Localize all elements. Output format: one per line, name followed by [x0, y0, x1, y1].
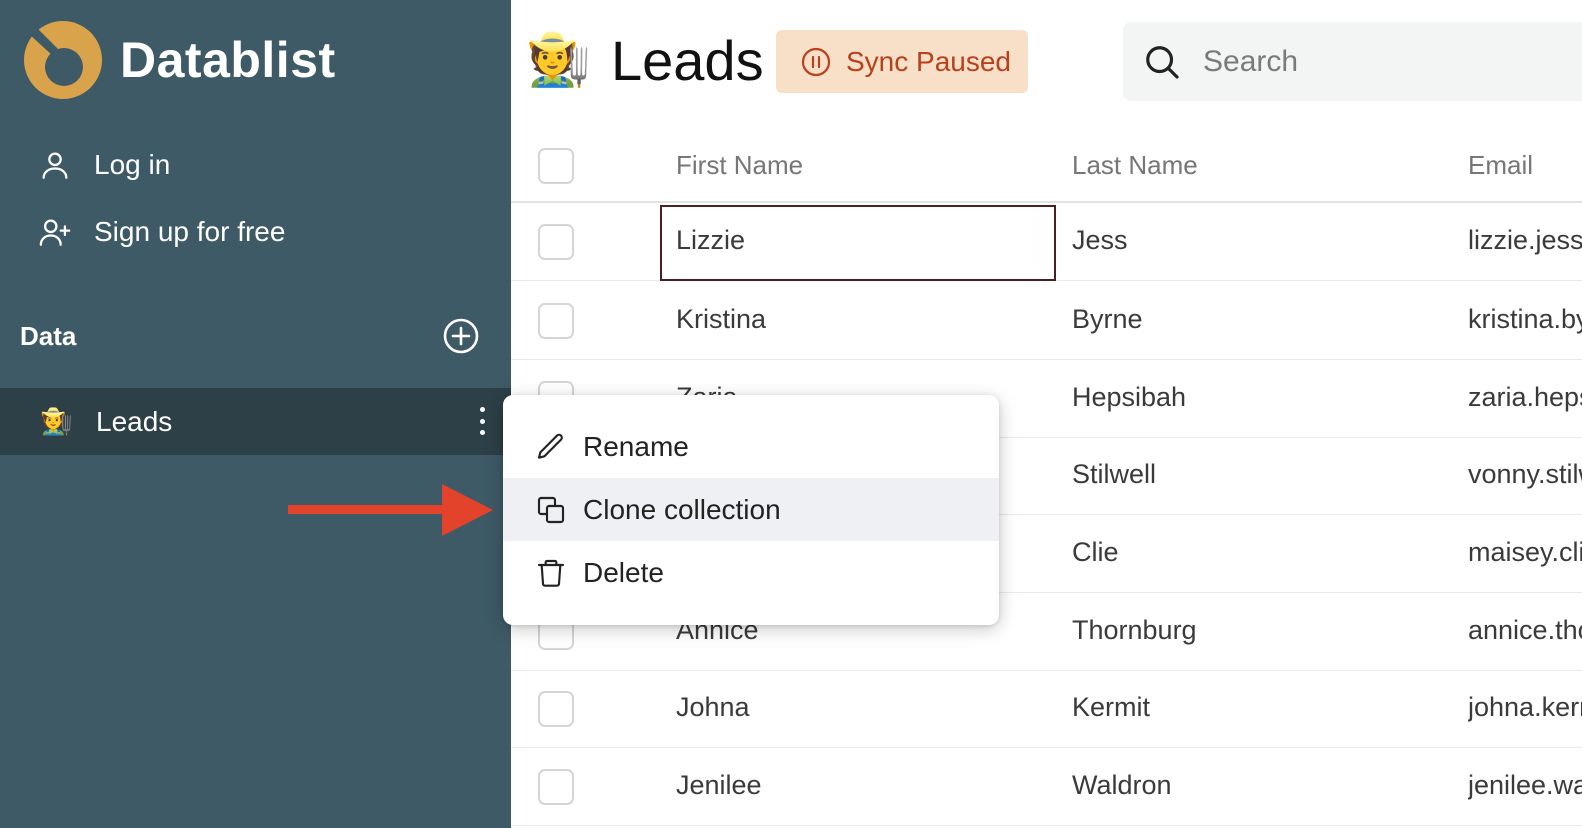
rename-label: Rename: [583, 430, 689, 462]
sidebar: Datablist Log in Sign up for free Data 🧑…: [0, 0, 511, 828]
delete-label: Delete: [583, 556, 664, 588]
row-checkbox[interactable]: [538, 769, 574, 805]
column-header-first-name[interactable]: First Name: [676, 150, 1056, 181]
login-label: Log in: [94, 149, 171, 180]
sync-status-label: Sync Paused: [846, 45, 1011, 77]
signup-link[interactable]: Sign up for free: [38, 215, 285, 249]
signup-label: Sign up for free: [94, 216, 286, 247]
datablist-logo-icon: [24, 21, 102, 99]
copy-icon: [537, 496, 565, 523]
column-header-last-name[interactable]: Last Name: [1072, 150, 1452, 181]
more-options-icon[interactable]: [475, 404, 489, 438]
cell-email[interactable]: lizzie.jess: [1468, 225, 1582, 256]
select-all-checkbox[interactable]: [538, 148, 574, 184]
cell-email[interactable]: jenilee.waldron: [1468, 770, 1582, 801]
cell-first-name[interactable]: Lizzie: [676, 225, 1056, 256]
add-collection-button[interactable]: [441, 316, 481, 356]
cell-first-name[interactable]: Johna: [676, 692, 1056, 723]
cell-email[interactable]: annice.thornburg: [1468, 615, 1582, 646]
sidebar-item-leads[interactable]: 🧑‍🌾 Leads: [0, 388, 511, 455]
cell-first-name[interactable]: Kristina: [676, 304, 1056, 335]
sync-status-badge[interactable]: Sync Paused: [776, 30, 1028, 93]
collection-header-emoji: 🧑‍🌾: [526, 31, 591, 89]
search-bar[interactable]: [1123, 22, 1582, 101]
cell-last-name[interactable]: Clie: [1072, 537, 1452, 568]
table-row[interactable]: Kristina Byrne kristina.byrne: [511, 282, 1582, 360]
cell-last-name[interactable]: Waldron: [1072, 770, 1452, 801]
collection-emoji: 🧑‍🌾: [40, 406, 73, 436]
cell-last-name[interactable]: Kermit: [1072, 692, 1452, 723]
collection-context-menu: Rename Clone collection Delete: [503, 395, 999, 625]
cell-email[interactable]: zaria.hepsibah: [1468, 382, 1582, 413]
pencil-icon: [537, 433, 563, 459]
user-icon: [42, 152, 68, 179]
cell-first-name[interactable]: Jenilee: [676, 770, 1056, 801]
brand-name: Datablist: [120, 32, 336, 88]
search-icon: [1146, 45, 1179, 79]
login-link[interactable]: Log in: [38, 148, 170, 182]
cell-last-name[interactable]: Jess: [1072, 225, 1452, 256]
table-row[interactable]: Jenilee Waldron jenilee.waldron: [511, 748, 1582, 826]
row-checkbox[interactable]: [538, 691, 574, 727]
data-section-title: Data: [20, 321, 77, 351]
delete-menu-item[interactable]: Delete: [503, 541, 999, 604]
page-title: Leads: [611, 29, 764, 92]
trash-icon: [537, 559, 565, 587]
cell-email[interactable]: johna.kermit: [1468, 692, 1582, 723]
clone-collection-label: Clone collection: [583, 493, 781, 525]
rename-menu-item[interactable]: Rename: [503, 415, 999, 478]
search-input[interactable]: [1203, 44, 1563, 79]
clone-collection-menu-item[interactable]: Clone collection: [503, 478, 999, 541]
user-plus-icon: [39, 219, 71, 246]
collection-name: Leads: [96, 405, 173, 437]
table-row[interactable]: Johna Kermit johna.kermit: [511, 670, 1582, 748]
cell-email[interactable]: kristina.byrne: [1468, 304, 1582, 335]
cell-email[interactable]: vonny.stilwell: [1468, 459, 1582, 490]
cell-last-name[interactable]: Hepsibah: [1072, 382, 1452, 413]
cell-last-name[interactable]: Thornburg: [1072, 615, 1452, 646]
cell-last-name[interactable]: Byrne: [1072, 304, 1452, 335]
cell-email[interactable]: maisey.clie: [1468, 537, 1582, 568]
column-header-email[interactable]: Email: [1468, 150, 1582, 181]
table-header: First Name Last Name Email: [511, 127, 1582, 203]
row-checkbox[interactable]: [538, 224, 574, 260]
annotation-arrow-icon: [288, 484, 493, 536]
brand[interactable]: Datablist: [23, 20, 336, 100]
cell-last-name[interactable]: Stilwell: [1072, 459, 1452, 490]
pause-circle-icon: [801, 47, 831, 76]
row-checkbox[interactable]: [538, 303, 574, 339]
table-row[interactable]: Lizzie Jess lizzie.jess: [511, 203, 1582, 281]
